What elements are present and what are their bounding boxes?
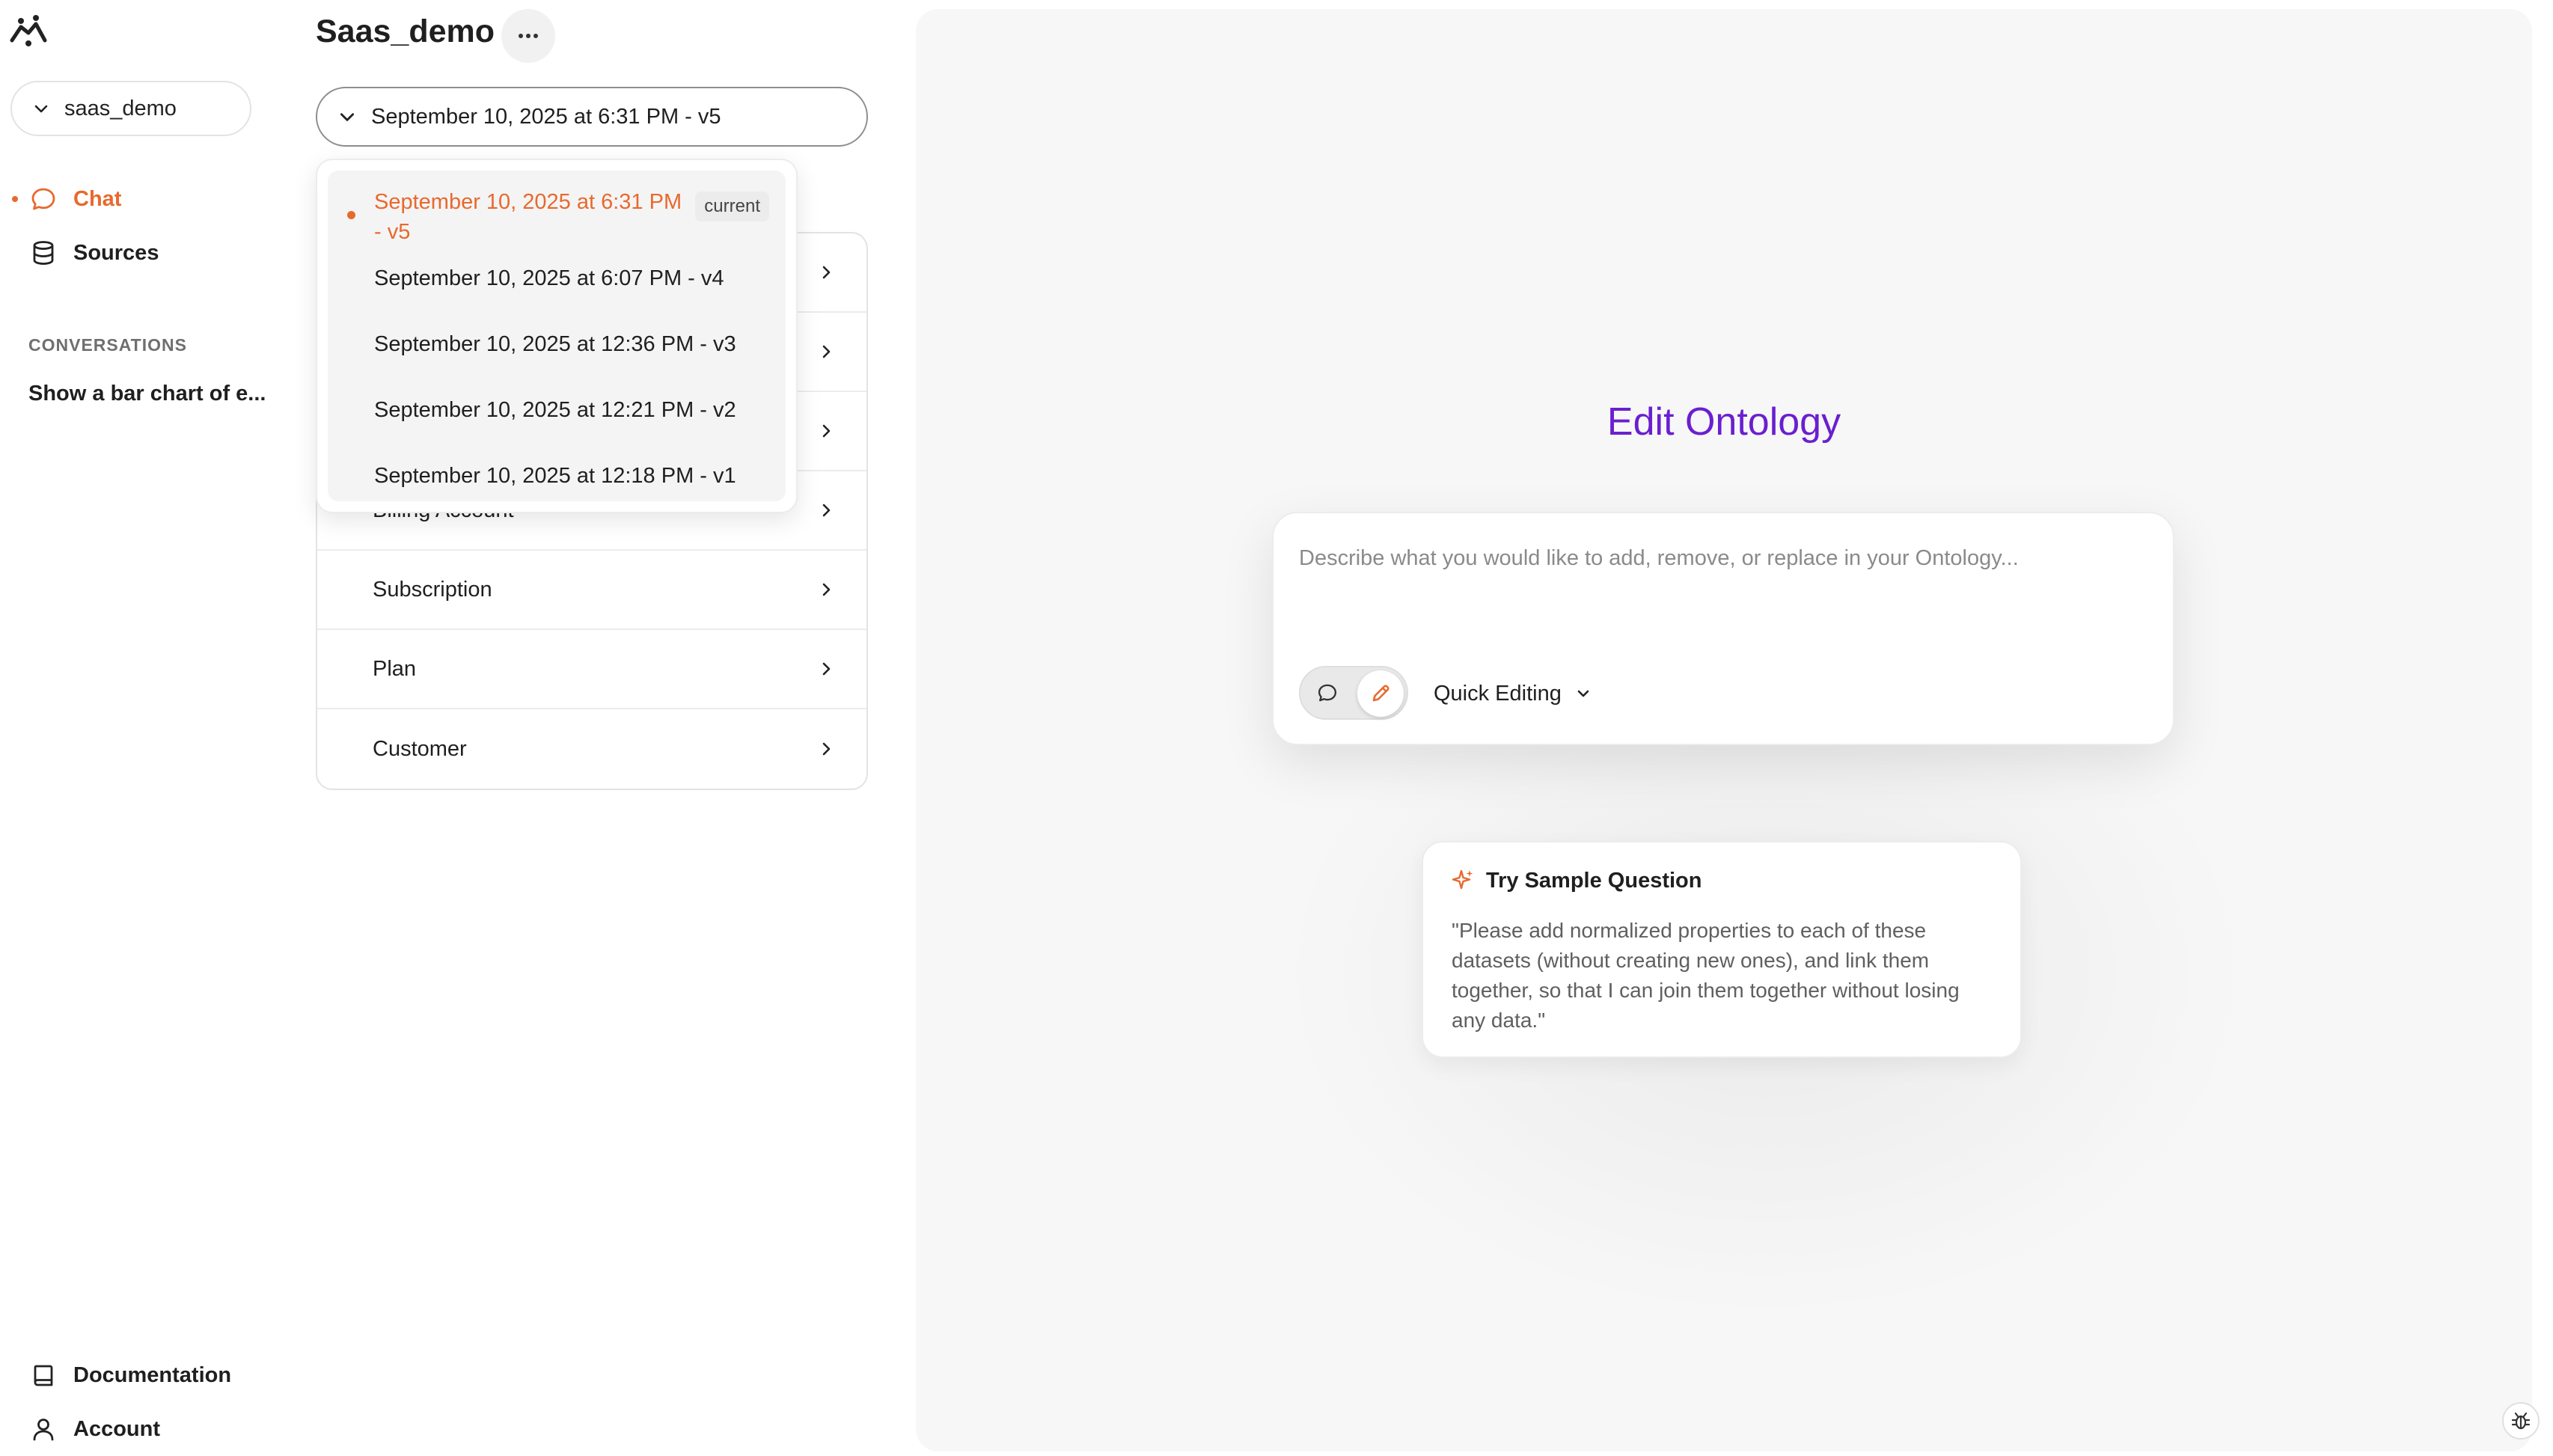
conversation-item[interactable]: Show a bar chart of e... [28,382,283,406]
app-logo-icon[interactable] [7,10,49,48]
chevron-down-icon [1575,685,1592,702]
sidebar-item-label: Account [73,1416,160,1441]
workspace-select[interactable]: saas_demo [10,81,251,136]
chevron-right-icon [819,661,834,677]
version-option-v1[interactable]: September 10, 2025 at 12:18 PM - v1 [328,443,786,509]
sparkle-icon [1450,868,1476,893]
quick-editing-dropdown[interactable]: Quick Editing [1434,673,1592,714]
bug-report-button[interactable] [2502,1402,2540,1440]
workspace-select-value: saas_demo [64,96,177,120]
version-option-label: September 10, 2025 at 12:18 PM - v1 [374,464,736,488]
chevron-right-icon [819,343,834,360]
sample-question-text: "Please add normalized properties to eac… [1452,919,1960,1032]
sidebar-item-sources[interactable]: Sources [30,232,159,274]
edit-ontology-card: Quick Editing [1272,512,2174,745]
version-dropdown-list: September 10, 2025 at 6:31 PM - v5 curre… [328,171,786,501]
chat-mode-icon[interactable] [1309,675,1345,711]
entity-row-label: Plan [373,656,417,681]
active-indicator [12,196,18,202]
version-dropdown: September 10, 2025 at 6:31 PM - v5 curre… [316,159,798,513]
ontology-edit-input[interactable] [1299,546,2137,571]
sidebar-item-label: Documentation [73,1362,232,1387]
chevron-right-icon [819,741,834,757]
ellipsis-icon [518,33,539,39]
version-option-v3[interactable]: September 10, 2025 at 12:36 PM - v3 [328,311,786,377]
sidebar-item-account[interactable]: Account [30,1408,160,1450]
version-select-value: September 10, 2025 at 6:31 PM - v5 [371,104,721,129]
chevron-down-icon [33,100,49,117]
version-option-v4[interactable]: September 10, 2025 at 6:07 PM - v4 [328,245,786,311]
chevron-right-icon [819,423,834,439]
version-select[interactable]: September 10, 2025 at 6:31 PM - v5 [316,87,868,147]
version-option-label: September 10, 2025 at 12:21 PM - v2 [374,398,736,422]
sidebar-item-documentation[interactable]: Documentation [30,1354,231,1396]
version-option-v2[interactable]: September 10, 2025 at 12:21 PM - v2 [328,377,786,443]
chevron-down-icon [338,108,356,126]
conversations-section-label: CONVERSATIONS [28,335,187,355]
current-badge: current [695,192,769,221]
version-option-label: September 10, 2025 at 12:36 PM - v3 [374,332,736,356]
sidebar-item-label: Sources [73,240,159,265]
pencil-icon[interactable] [1357,670,1404,717]
chat-bubble-icon [30,186,57,212]
mode-toggle[interactable] [1299,666,1408,720]
current-version-dot [347,211,355,219]
sample-question-card[interactable]: Try Sample Question "Please add normaliz… [1422,841,2022,1058]
book-icon [30,1362,57,1389]
entity-row-label: Customer [373,736,467,761]
entity-row-label: Subscription [373,577,492,602]
entity-row-plan[interactable]: Plan [317,630,866,709]
sidebar-item-chat[interactable]: Chat [12,178,122,220]
sample-question-title: Try Sample Question [1486,868,1702,893]
user-icon [30,1416,57,1443]
version-option-label: September 10, 2025 at 6:31 PM - v5 [374,190,682,244]
entity-row-customer[interactable]: Customer [317,709,866,789]
sidebar: saas_demo Chat Sources CONVERSATIONS Sho… [0,0,299,1456]
chevron-right-icon [819,264,834,281]
sample-question-heading: Try Sample Question [1450,868,1702,893]
chevron-right-icon [819,502,834,519]
page-title: Saas_demo [316,13,495,49]
bug-icon [2510,1410,2532,1432]
quick-editing-label: Quick Editing [1434,681,1562,706]
database-icon [30,239,57,266]
more-options-button[interactable] [501,9,555,63]
version-option-label: September 10, 2025 at 6:07 PM - v4 [374,266,724,290]
version-option-v5[interactable]: September 10, 2025 at 6:31 PM - v5 curre… [328,171,786,245]
edit-ontology-title: Edit Ontology [1606,400,1841,444]
sidebar-item-label: Chat [73,186,122,211]
chevron-right-icon [819,581,834,598]
entity-row-subscription[interactable]: Subscription [317,551,866,630]
